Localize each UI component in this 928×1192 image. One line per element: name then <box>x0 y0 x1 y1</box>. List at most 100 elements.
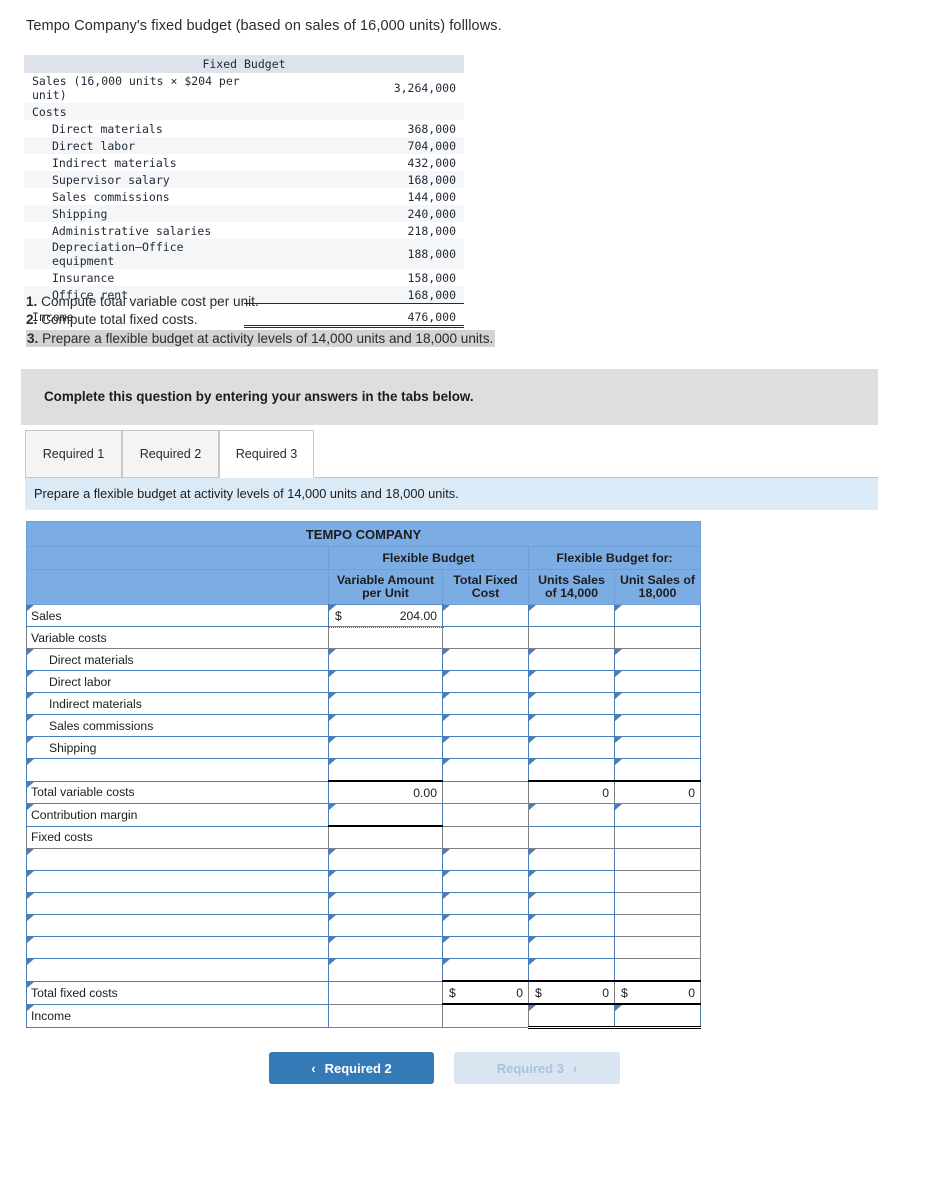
input-fixed-blank-3-u14[interactable] <box>528 892 615 915</box>
input-shipping-u14[interactable] <box>528 736 615 759</box>
required-tabs: Required 1 Required 2 Required 3 <box>25 430 878 480</box>
value-income-total-fixed <box>442 1003 529 1028</box>
table-row: Insurance 158,000 <box>24 269 464 286</box>
input-direct-materials-total-fixed[interactable] <box>442 648 529 671</box>
input-direct-labor-variable-amount[interactable] <box>328 670 443 693</box>
empty-cell <box>442 825 529 849</box>
input-direct-labor-u14[interactable] <box>528 670 615 693</box>
input-indirect-materials-variable-amount[interactable] <box>328 692 443 715</box>
input-sales-total-fixed[interactable] <box>442 604 529 627</box>
previous-required-button[interactable]: ‹ Required 2 <box>269 1052 434 1084</box>
requirement-text: Compute total variable cost per unit. <box>41 294 259 309</box>
input-shipping-variable-amount[interactable] <box>328 736 443 759</box>
group-header-flexible-budget-for: Flexible Budget for: <box>528 546 701 570</box>
input-fixed-blank-1-total-fixed[interactable] <box>442 848 529 871</box>
input-sales-variable-amount[interactable]: $204.00 <box>327 603 444 628</box>
input-direct-materials-variable-amount[interactable] <box>328 648 443 671</box>
row-label-fixed-blank-5[interactable] <box>26 936 329 959</box>
input-income-u14[interactable] <box>528 1003 615 1029</box>
input-blank-variable-u14[interactable] <box>528 758 615 782</box>
tab-required-3[interactable]: Required 3 <box>219 430 314 478</box>
row-label-fixed-blank-2[interactable] <box>26 870 329 893</box>
input-direct-labor-total-fixed[interactable] <box>442 670 529 693</box>
input-fixed-blank-4-variable-amount[interactable] <box>328 914 443 937</box>
row-label-fixed-blank-1[interactable] <box>26 848 329 871</box>
input-fixed-blank-2-u14[interactable] <box>528 870 615 893</box>
row-label-total-fixed-costs: Total fixed costs <box>26 980 329 1005</box>
row-label-direct-labor[interactable]: Direct labor <box>26 670 329 693</box>
table-row-total-fixed-costs: Total fixed costs $0 $0 $0 <box>26 980 701 1005</box>
input-fixed-blank-5-variable-amount[interactable] <box>328 936 443 959</box>
requirement-item-1: 1. Compute total variable cost per unit. <box>26 293 495 311</box>
empty-header-cell <box>26 569 329 605</box>
dollar-sign: $ <box>449 985 456 1000</box>
input-blank-variable-u18[interactable] <box>614 758 701 782</box>
input-fixed-blank-6-total-fixed[interactable] <box>442 958 529 982</box>
row-amount: 432,000 <box>244 154 464 171</box>
cell-fixed-blank-2-u18 <box>614 870 701 893</box>
input-direct-materials-u18[interactable] <box>614 648 701 671</box>
empty-cell <box>614 626 701 649</box>
row-label-fixed-blank-3[interactable] <box>26 892 329 915</box>
table-row-direct-materials: Direct materials <box>26 648 701 671</box>
input-fixed-blank-1-variable-amount[interactable] <box>328 848 443 871</box>
value-total-fixed-costs-u14: $0 <box>528 980 615 1005</box>
input-fixed-blank-6-variable-amount[interactable] <box>328 958 443 982</box>
input-fixed-blank-2-total-fixed[interactable] <box>442 870 529 893</box>
input-sales-u18[interactable] <box>614 604 701 627</box>
value-income-variable-amount <box>328 1003 443 1028</box>
row-label-blank-variable[interactable] <box>26 758 329 782</box>
row-amount: 188,000 <box>244 239 464 269</box>
input-fixed-blank-3-variable-amount[interactable] <box>328 892 443 915</box>
input-shipping-total-fixed[interactable] <box>442 736 529 759</box>
input-fixed-blank-5-total-fixed[interactable] <box>442 936 529 959</box>
input-indirect-materials-u18[interactable] <box>614 692 701 715</box>
row-label-sales-commissions[interactable]: Sales commissions <box>26 714 329 737</box>
input-fixed-blank-3-total-fixed[interactable] <box>442 892 529 915</box>
input-sales-commissions-total-fixed[interactable] <box>442 714 529 737</box>
value-total-variable-costs-u18: 0 <box>614 780 701 804</box>
input-sales-commissions-u18[interactable] <box>614 714 701 737</box>
row-label-contribution-margin[interactable]: Contribution margin <box>26 803 329 827</box>
row-label-fixed-blank-6[interactable] <box>26 958 329 982</box>
input-contribution-margin-u14[interactable] <box>528 803 615 827</box>
requirement-item-2: 2. Compute total fixed costs. <box>26 311 495 329</box>
input-fixed-blank-1-u14[interactable] <box>528 848 615 871</box>
input-sales-commissions-variable-amount[interactable] <box>328 714 443 737</box>
input-fixed-blank-2-variable-amount[interactable] <box>328 870 443 893</box>
input-shipping-u18[interactable] <box>614 736 701 759</box>
row-amount: 158,000 <box>244 269 464 286</box>
input-fixed-blank-6-u14[interactable] <box>528 958 615 982</box>
instruction-banner: Complete this question by entering your … <box>21 369 878 425</box>
input-income-u18[interactable] <box>614 1003 701 1029</box>
tab-required-2[interactable]: Required 2 <box>122 430 219 478</box>
input-fixed-blank-4-total-fixed[interactable] <box>442 914 529 937</box>
input-fixed-blank-4-u14[interactable] <box>528 914 615 937</box>
row-label-direct-materials[interactable]: Direct materials <box>26 648 329 671</box>
tab-required-1[interactable]: Required 1 <box>25 430 122 478</box>
input-direct-labor-u18[interactable] <box>614 670 701 693</box>
table-row: Administrative salaries 218,000 <box>24 222 464 239</box>
row-label-sales[interactable]: Sales <box>26 604 329 627</box>
input-direct-materials-u14[interactable] <box>528 648 615 671</box>
row-label-indirect-materials[interactable]: Indirect materials <box>26 692 329 715</box>
table-row: Supervisor salary 168,000 <box>24 171 464 188</box>
input-contribution-margin-variable-amount[interactable] <box>328 803 443 827</box>
input-sales-u14[interactable] <box>528 604 615 627</box>
input-sales-commissions-u14[interactable] <box>528 714 615 737</box>
task-banner: Prepare a flexible budget at activity le… <box>25 478 878 510</box>
input-blank-variable-total-fixed[interactable] <box>442 758 529 782</box>
row-label: Direct materials <box>24 120 244 137</box>
row-label-income[interactable]: Income <box>26 1003 329 1028</box>
input-indirect-materials-total-fixed[interactable] <box>442 692 529 715</box>
tab-label: Required 1 <box>42 447 105 461</box>
next-required-button[interactable]: Required 3 › <box>454 1052 620 1084</box>
input-indirect-materials-u14[interactable] <box>528 692 615 715</box>
value: 0 <box>688 985 695 1000</box>
input-fixed-blank-5-u14[interactable] <box>528 936 615 959</box>
row-label-shipping[interactable]: Shipping <box>26 736 329 759</box>
input-blank-variable-variable-amount[interactable] <box>328 758 443 782</box>
value-total-fixed-costs-variable-amount <box>328 980 443 1005</box>
row-label-fixed-blank-4[interactable] <box>26 914 329 937</box>
input-contribution-margin-u18[interactable] <box>614 803 701 827</box>
